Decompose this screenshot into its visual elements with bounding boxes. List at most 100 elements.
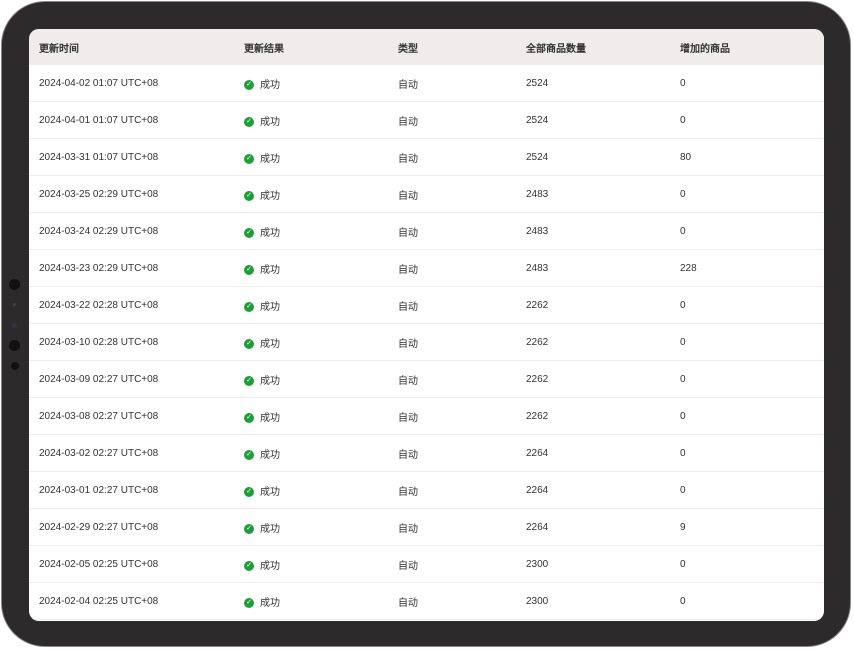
table-row: 2024-04-01 01:07 UTC+08 ✓ 成功 自动 2524 0 — [29, 101, 824, 139]
update-type: 自动 — [398, 397, 526, 435]
check-circle-icon: ✓ — [244, 116, 254, 127]
total-products: 2483 — [526, 249, 680, 287]
result-label: 成功 — [260, 486, 280, 498]
update-type: 自动 — [398, 138, 526, 176]
result-label: 成功 — [260, 375, 280, 387]
update-time: 2024-03-23 02:29 UTC+08 — [29, 249, 244, 287]
table-header: 更新时间 更新结果 类型 全部商品数量 增加的商品 — [29, 29, 824, 65]
update-time: 2024-03-01 02:27 UTC+08 — [29, 471, 244, 509]
added-products: 0 — [680, 582, 824, 620]
check-circle-icon: ✓ — [244, 523, 254, 534]
result-label: 成功 — [260, 153, 280, 165]
table-row: 2024-03-10 02:28 UTC+08 ✓ 成功 自动 2262 0 — [29, 323, 824, 361]
update-time: 2024-03-02 02:27 UTC+08 — [29, 434, 244, 472]
table-row: 2024-03-09 02:27 UTC+08 ✓ 成功 自动 2262 0 — [29, 360, 824, 398]
check-circle-icon: ✓ — [244, 560, 254, 571]
total-products: 2264 — [526, 471, 680, 509]
update-time: 2024-03-08 02:27 UTC+08 — [29, 397, 244, 435]
check-circle-icon: ✓ — [244, 375, 254, 386]
check-circle-icon: ✓ — [244, 79, 254, 90]
check-circle-icon: ✓ — [244, 597, 254, 608]
result-label: 成功 — [260, 338, 280, 350]
update-result: ✓ 成功 — [244, 508, 398, 546]
total-products: 2483 — [526, 212, 680, 250]
total-products: 2262 — [526, 323, 680, 361]
total-products: 2300 — [526, 582, 680, 620]
update-time: 2024-03-22 02:28 UTC+08 — [29, 286, 244, 324]
header-update-time: 更新时间 — [29, 29, 244, 65]
update-result: ✓ 成功 — [244, 471, 398, 509]
table-row: 2024-03-24 02:29 UTC+08 ✓ 成功 自动 2483 0 — [29, 212, 824, 250]
table-row: 2024-03-02 02:27 UTC+08 ✓ 成功 自动 2264 0 — [29, 434, 824, 472]
update-time: 2024-02-04 02:25 UTC+08 — [29, 582, 244, 620]
header-type: 类型 — [398, 29, 526, 65]
result-label: 成功 — [260, 301, 280, 313]
update-time: 2024-02-05 02:25 UTC+08 — [29, 545, 244, 583]
added-products: 0 — [680, 397, 824, 435]
update-result: ✓ 成功 — [244, 360, 398, 398]
update-time: 2024-03-31 01:07 UTC+08 — [29, 138, 244, 176]
update-type: 自动 — [398, 545, 526, 583]
check-circle-icon: ✓ — [244, 301, 254, 312]
update-time: 2024-04-01 01:07 UTC+08 — [29, 101, 244, 139]
added-products: 80 — [680, 138, 824, 176]
table-row: 2024-03-08 02:27 UTC+08 ✓ 成功 自动 2262 0 — [29, 397, 824, 435]
total-products: 2264 — [526, 508, 680, 546]
update-result: ✓ 成功 — [244, 249, 398, 287]
result-label: 成功 — [260, 560, 280, 572]
result-label: 成功 — [260, 116, 280, 128]
update-type: 自动 — [398, 286, 526, 324]
check-circle-icon: ✓ — [244, 412, 254, 423]
update-type: 自动 — [398, 471, 526, 509]
header-update-result: 更新结果 — [244, 29, 398, 65]
update-result: ✓ 成功 — [244, 286, 398, 324]
update-time: 2024-03-25 02:29 UTC+08 — [29, 175, 244, 213]
table-row: 2024-03-25 02:29 UTC+08 ✓ 成功 自动 2483 0 — [29, 175, 824, 213]
added-products: 0 — [680, 101, 824, 139]
added-products: 0 — [680, 286, 824, 324]
added-products: 0 — [680, 65, 824, 102]
header-total-products: 全部商品数量 — [526, 29, 680, 65]
update-type: 自动 — [398, 249, 526, 287]
update-result: ✓ 成功 — [244, 545, 398, 583]
update-type: 自动 — [398, 434, 526, 472]
added-products: 0 — [680, 175, 824, 213]
added-products: 0 — [680, 434, 824, 472]
check-circle-icon: ✓ — [244, 264, 254, 275]
table-row: 2024-03-23 02:29 UTC+08 ✓ 成功 自动 2483 228 — [29, 249, 824, 287]
total-products: 2483 — [526, 175, 680, 213]
update-history-table: 更新时间 更新结果 类型 全部商品数量 增加的商品 2024-04-02 01:… — [29, 29, 824, 620]
update-time: 2024-03-24 02:29 UTC+08 — [29, 212, 244, 250]
update-result: ✓ 成功 — [244, 434, 398, 472]
added-products: 0 — [680, 212, 824, 250]
update-result: ✓ 成功 — [244, 323, 398, 361]
update-result: ✓ 成功 — [244, 582, 398, 620]
total-products: 2264 — [526, 434, 680, 472]
result-label: 成功 — [260, 264, 280, 276]
check-circle-icon: ✓ — [244, 338, 254, 349]
update-type: 自动 — [398, 323, 526, 361]
update-result: ✓ 成功 — [244, 65, 398, 102]
result-label: 成功 — [260, 227, 280, 239]
update-result: ✓ 成功 — [244, 175, 398, 213]
table-row: 2024-02-29 02:27 UTC+08 ✓ 成功 自动 2264 9 — [29, 508, 824, 546]
result-label: 成功 — [260, 412, 280, 424]
total-products: 2262 — [526, 397, 680, 435]
camera-dot — [13, 303, 16, 306]
total-products: 2524 — [526, 65, 680, 102]
added-products: 0 — [680, 323, 824, 361]
check-circle-icon: ✓ — [244, 486, 254, 497]
table-row: 2024-02-05 02:25 UTC+08 ✓ 成功 自动 2300 0 — [29, 545, 824, 583]
check-circle-icon: ✓ — [244, 227, 254, 238]
update-type: 自动 — [398, 508, 526, 546]
total-products: 2300 — [526, 545, 680, 583]
update-time: 2024-02-29 02:27 UTC+08 — [29, 508, 244, 546]
update-result: ✓ 成功 — [244, 397, 398, 435]
update-time: 2024-04-02 01:07 UTC+08 — [29, 65, 244, 102]
added-products: 0 — [680, 360, 824, 398]
table-row: 2024-02-04 02:25 UTC+08 ✓ 成功 自动 2300 0 — [29, 582, 824, 620]
update-type: 自动 — [398, 212, 526, 250]
update-time: 2024-03-10 02:28 UTC+08 — [29, 323, 244, 361]
table-row: 2024-03-01 02:27 UTC+08 ✓ 成功 自动 2264 0 — [29, 471, 824, 509]
check-circle-icon: ✓ — [244, 153, 254, 164]
